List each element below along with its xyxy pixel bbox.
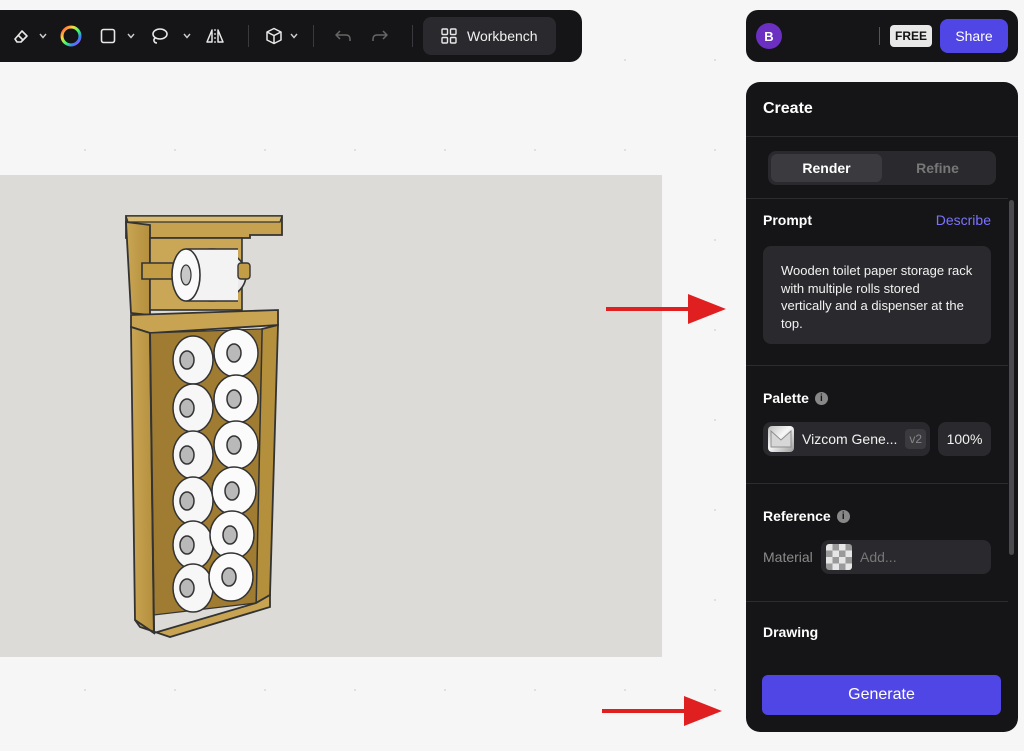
palette-thumbnail	[768, 426, 794, 452]
panel-title: Create	[746, 82, 1018, 137]
material-placeholder: Add...	[860, 549, 897, 565]
undo-button[interactable]	[326, 18, 360, 54]
palette-row: Vizcom Gene... v2 100%	[763, 422, 991, 456]
rectangle-icon	[100, 28, 116, 44]
lasso-options-button[interactable]	[180, 18, 194, 54]
lasso-icon	[152, 28, 168, 44]
palette-select[interactable]: Vizcom Gene... v2	[763, 422, 930, 456]
eraser-icon	[14, 30, 28, 43]
info-icon[interactable]: i	[814, 391, 828, 405]
redo-icon	[372, 30, 388, 41]
chevron-down-icon	[127, 33, 135, 39]
lasso-tool-button[interactable]	[138, 18, 180, 54]
panel-scrollbar[interactable]	[1009, 200, 1014, 555]
eraser-options-button[interactable]	[36, 18, 50, 54]
toolbar-divider	[313, 25, 314, 47]
prompt-textarea[interactable]: Wooden toilet paper storage rack with mu…	[763, 246, 991, 344]
create-panel: Create Render Refine Prompt Describe Woo…	[746, 82, 1018, 732]
info-icon[interactable]: i	[836, 509, 850, 523]
tab-refine[interactable]: Refine	[882, 154, 993, 182]
material-label: Material	[763, 549, 813, 565]
tab-render[interactable]: Render	[771, 154, 882, 182]
rendered-image[interactable]	[0, 175, 662, 657]
section-divider	[746, 365, 1008, 366]
reference-label: Reference i	[763, 508, 850, 524]
palette-version-badge: v2	[905, 429, 926, 449]
redo-button[interactable]	[360, 18, 400, 54]
palette-name: Vizcom Gene...	[802, 431, 898, 447]
main-toolbar: Workbench	[0, 10, 582, 62]
chevron-down-icon	[39, 33, 47, 39]
section-divider	[746, 601, 1008, 602]
chevron-down-icon	[183, 33, 191, 39]
avatar[interactable]: B	[756, 23, 782, 49]
color-wheel-icon	[60, 25, 82, 47]
plan-badge[interactable]: FREE	[889, 25, 932, 47]
toolbar-divider	[248, 25, 249, 47]
section-divider	[746, 198, 1008, 199]
color-picker-button[interactable]	[50, 18, 92, 54]
annotation-arrow-prompt	[606, 294, 726, 324]
undo-icon	[335, 30, 351, 41]
mirror-tool-button[interactable]	[194, 18, 236, 54]
annotation-arrow-generate	[602, 696, 722, 726]
transparent-checker-icon	[826, 544, 852, 570]
account-bar-divider	[878, 27, 880, 45]
workbench-label: Workbench	[467, 28, 538, 44]
generate-button[interactable]: Generate	[762, 675, 1001, 715]
toilet-paper-rack-illustration	[125, 215, 283, 638]
palette-label: Palette i	[763, 390, 828, 406]
workbench-button[interactable]: Workbench	[423, 17, 556, 55]
shape-tool-button[interactable]	[92, 18, 124, 54]
eraser-tool-button[interactable]	[6, 18, 36, 54]
mirror-icon	[206, 29, 224, 43]
prompt-label: Prompt	[763, 212, 812, 228]
shape-options-button[interactable]	[124, 18, 138, 54]
3d-options-button[interactable]	[287, 18, 301, 54]
drawing-label: Drawing	[763, 624, 819, 640]
palette-strength-input[interactable]: 100%	[938, 422, 991, 456]
mode-tabs: Render Refine	[768, 151, 996, 185]
grid-icon	[441, 28, 457, 44]
account-bar: B FREE Share	[746, 10, 1018, 62]
3d-tool-button[interactable]	[261, 18, 287, 54]
describe-link[interactable]: Describe	[936, 212, 991, 228]
share-button[interactable]: Share	[940, 19, 1008, 53]
section-divider	[746, 483, 1008, 484]
material-add-field[interactable]: Add...	[821, 540, 991, 574]
3d-cube-icon	[266, 27, 282, 45]
chevron-down-icon	[290, 33, 298, 39]
toolbar-divider	[412, 25, 413, 47]
